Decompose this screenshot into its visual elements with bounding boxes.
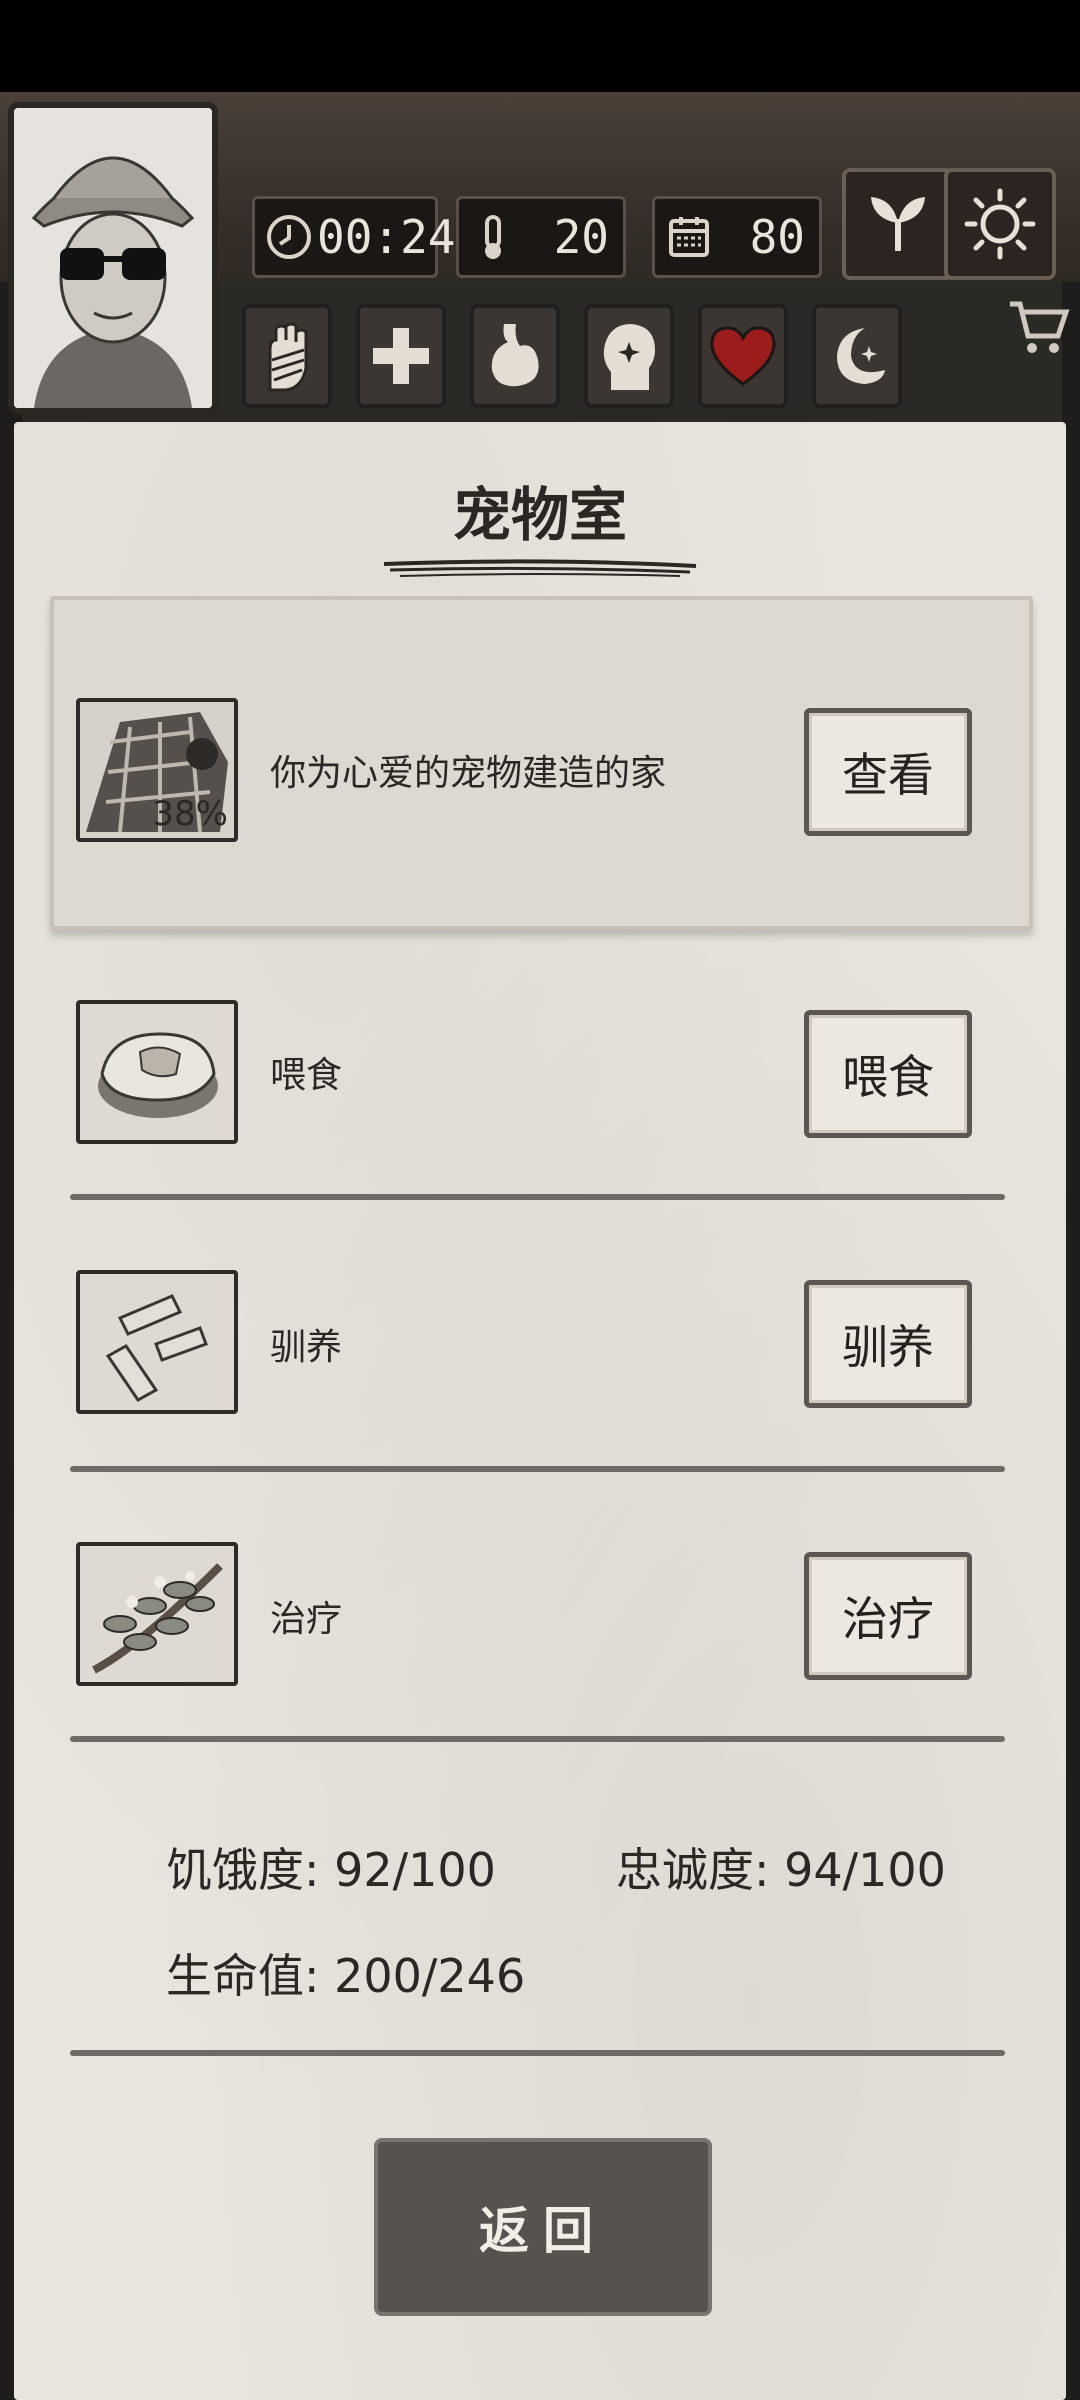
head-sparkle-icon [603, 324, 655, 390]
clock-icon [267, 215, 311, 259]
health-status-button[interactable] [356, 304, 446, 408]
cart-icon[interactable] [1006, 294, 1072, 360]
loyalty-stat: 忠诚度: 94/100 [616, 1843, 946, 1897]
build-progress-badge: 38% [152, 794, 228, 834]
player-avatar[interactable] [8, 102, 218, 414]
weather-button[interactable] [944, 168, 1056, 280]
temperature-value: 20 [553, 210, 609, 264]
treat-item-thumbnail [76, 1542, 238, 1686]
divider [70, 1194, 1005, 1200]
pet-house-thumbnail: 38% [76, 698, 238, 842]
temperature-display: 20 [456, 196, 626, 278]
hunger-stat: 饥饿度: 92/100 [166, 1843, 496, 1897]
view-button[interactable]: 查看 [804, 708, 972, 836]
stomach-icon [491, 324, 539, 387]
medical-cross-icon [373, 328, 429, 384]
heart-icon [710, 326, 776, 386]
feed-button[interactable]: 喂食 [804, 1010, 972, 1138]
feed-item-thumbnail [76, 1000, 238, 1144]
divider [70, 1736, 1005, 1742]
day-value: 80 [749, 210, 805, 264]
thermometer-icon [485, 215, 501, 259]
back-button[interactable]: 返回 [374, 2138, 712, 2316]
day-counter: 80 [652, 196, 822, 278]
sun-icon [964, 188, 1036, 260]
tame-item-thumbnail [76, 1270, 238, 1414]
mood-status-button[interactable] [698, 304, 788, 408]
time-value: 00:24 [317, 210, 456, 264]
status-bar-area [0, 0, 1080, 92]
hunger-status-button[interactable] [470, 304, 560, 408]
feed-label: 喂食 [270, 1055, 343, 1096]
page-title: 宠物室 [452, 481, 627, 549]
mental-status-button[interactable] [584, 304, 674, 408]
sprout-icon [871, 197, 925, 251]
farming-button[interactable] [842, 168, 954, 280]
tame-button[interactable]: 驯养 [804, 1280, 972, 1408]
divider [70, 1466, 1005, 1472]
treat-button[interactable]: 治疗 [804, 1552, 972, 1680]
health-stat: 生命值: 200/246 [166, 1949, 526, 2003]
title-underline [383, 559, 697, 577]
calendar-icon [669, 217, 709, 257]
treat-label: 治疗 [270, 1599, 343, 1640]
time-display: 00:24 [252, 196, 455, 278]
sleep-status-button[interactable] [812, 304, 902, 408]
pet-room-description: 你为心爱的宠物建造的家 [270, 753, 667, 794]
divider [70, 2050, 1005, 2056]
moon-icon [837, 328, 885, 384]
injury-status-button[interactable] [242, 304, 332, 408]
tame-label: 驯养 [270, 1327, 343, 1368]
bandaged-hand-icon [268, 322, 308, 392]
